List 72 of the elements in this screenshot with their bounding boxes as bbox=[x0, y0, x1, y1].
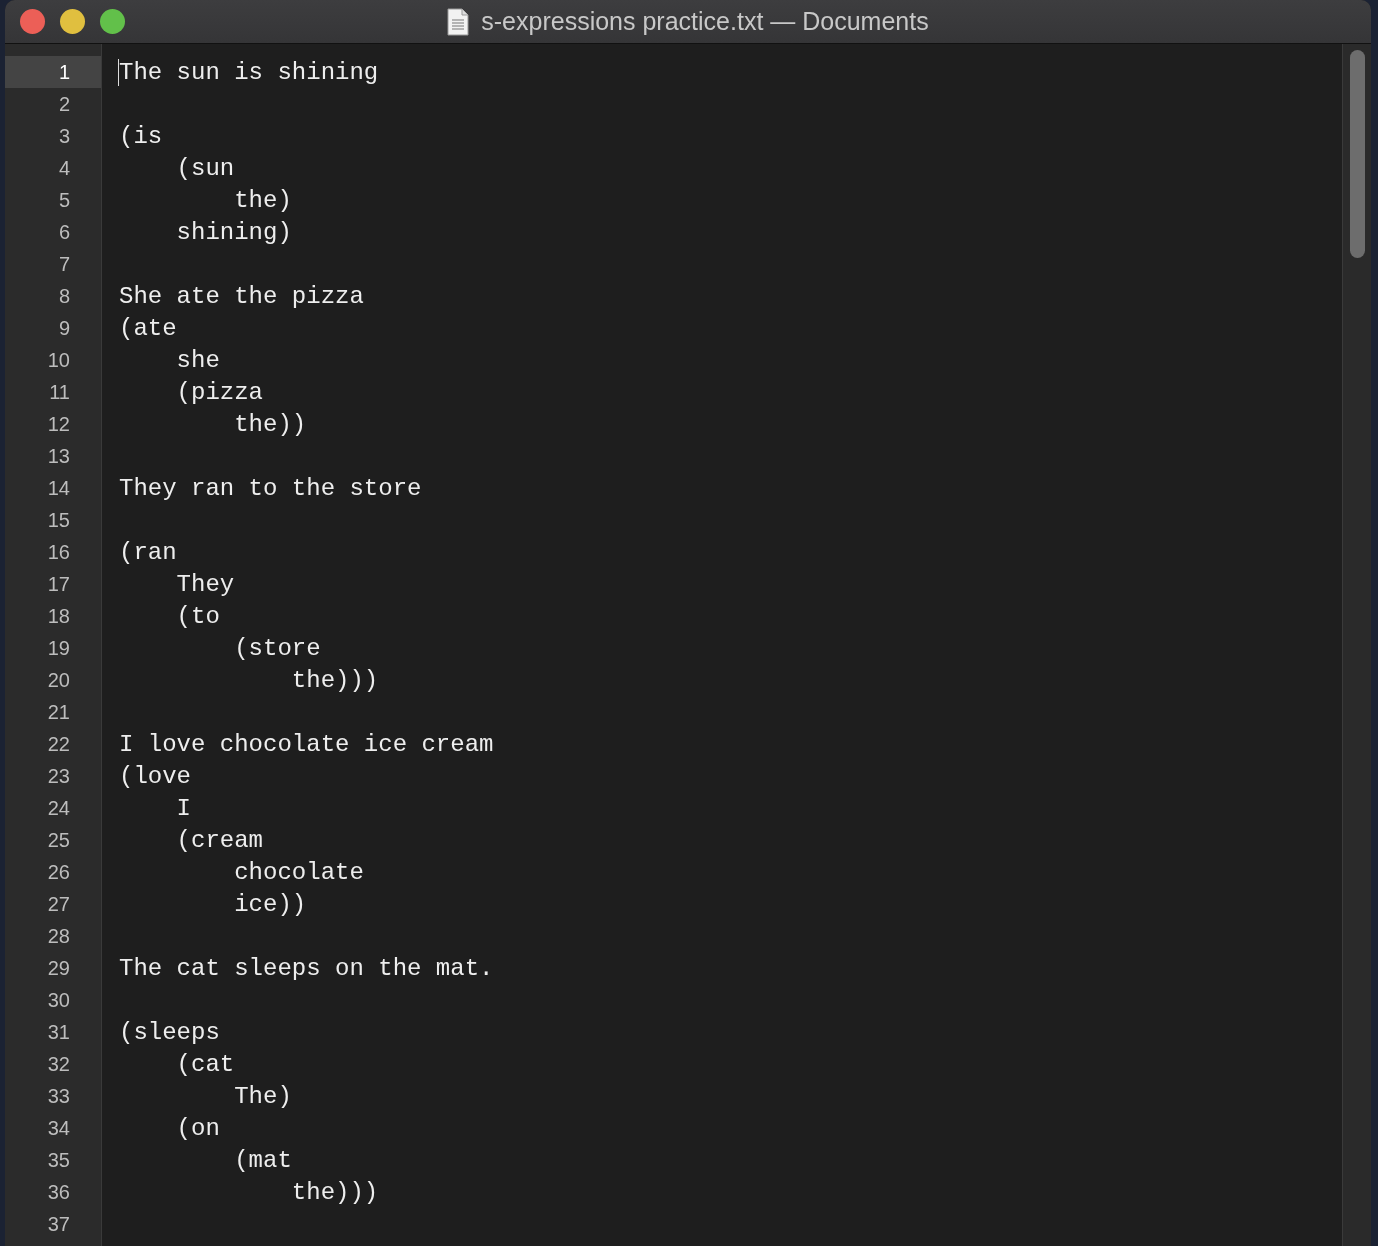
line-number: 22 bbox=[46, 732, 71, 757]
text-line: (sun bbox=[175, 154, 235, 182]
text-line: (ate bbox=[119, 314, 177, 342]
line-number: 33 bbox=[46, 1084, 71, 1109]
text-line: They ran to the store bbox=[119, 474, 422, 502]
line-number: 25 bbox=[46, 828, 71, 853]
line-number: 29 bbox=[46, 956, 71, 981]
text-line: (on bbox=[175, 1114, 220, 1142]
line-number: 16 bbox=[46, 540, 71, 565]
document-icon bbox=[447, 7, 470, 36]
text-line: the) bbox=[233, 186, 292, 214]
text-line: (cream bbox=[175, 826, 264, 854]
text-line: (to bbox=[175, 602, 220, 630]
line-number: 5 bbox=[57, 188, 71, 213]
line-number: 17 bbox=[46, 572, 71, 597]
line-number: 15 bbox=[46, 508, 71, 533]
text-line: the)) bbox=[233, 410, 307, 438]
line-number: 3 bbox=[57, 124, 71, 149]
text-line: the))) bbox=[290, 666, 379, 694]
line-number: 23 bbox=[46, 764, 71, 789]
text-line: The cat sleeps on the mat. bbox=[119, 954, 494, 982]
line-number: 2 bbox=[57, 92, 71, 117]
line-number: 31 bbox=[46, 1020, 71, 1045]
text-line: ice)) bbox=[233, 890, 307, 918]
line-number: 37 bbox=[46, 1212, 71, 1237]
line-number: 30 bbox=[46, 988, 71, 1013]
line-number: 18 bbox=[46, 604, 71, 629]
line-number: 1 bbox=[5, 56, 101, 88]
scrollbar-thumb[interactable] bbox=[1349, 50, 1365, 258]
line-number: 36 bbox=[46, 1180, 71, 1205]
window-title: s-expressions practice.txt — Documents bbox=[481, 7, 929, 36]
line-number: 35 bbox=[46, 1148, 71, 1173]
line-number: 27 bbox=[46, 892, 71, 917]
line-number: 13 bbox=[46, 444, 71, 469]
text-line: I love chocolate ice cream bbox=[119, 730, 494, 758]
line-number: 7 bbox=[57, 252, 71, 277]
line-number: 14 bbox=[46, 476, 71, 501]
line-number: 20 bbox=[46, 668, 71, 693]
line-number: 26 bbox=[46, 860, 71, 885]
text-line: (sleeps bbox=[119, 1018, 220, 1046]
text-line: chocolate bbox=[233, 858, 364, 886]
minimize-button[interactable] bbox=[60, 9, 85, 34]
text-line: The sun is shining bbox=[119, 58, 379, 86]
line-number: 9 bbox=[57, 316, 71, 341]
line-number: 12 bbox=[46, 412, 71, 437]
line-number: 8 bbox=[57, 284, 71, 309]
text-line: She ate the pizza bbox=[119, 282, 364, 310]
text-line: (mat bbox=[233, 1146, 292, 1174]
line-number: 28 bbox=[46, 924, 71, 949]
text-line: I bbox=[175, 794, 191, 822]
text-line: (ran bbox=[119, 538, 177, 566]
text-line: (love bbox=[119, 762, 191, 790]
text-line: The) bbox=[233, 1082, 292, 1110]
text-line: They bbox=[175, 570, 235, 598]
line-number: 4 bbox=[57, 156, 71, 181]
text-line: she bbox=[175, 346, 220, 374]
text-line: (is bbox=[119, 122, 163, 150]
text-line: (cat bbox=[175, 1050, 235, 1078]
text-line: (store bbox=[233, 634, 321, 662]
zoom-button[interactable] bbox=[100, 9, 125, 34]
line-number: 24 bbox=[46, 796, 71, 821]
line-number: 34 bbox=[46, 1116, 71, 1141]
line-number: 6 bbox=[57, 220, 71, 245]
line-number: 11 bbox=[48, 380, 71, 405]
text-line: shining) bbox=[175, 218, 292, 246]
line-number: 10 bbox=[46, 348, 71, 373]
text-line: the))) bbox=[290, 1178, 379, 1206]
line-number: 32 bbox=[46, 1052, 71, 1077]
line-number: 21 bbox=[46, 700, 71, 725]
line-number: 19 bbox=[46, 636, 71, 661]
text-line: (pizza bbox=[175, 378, 264, 406]
close-button[interactable] bbox=[20, 9, 45, 34]
